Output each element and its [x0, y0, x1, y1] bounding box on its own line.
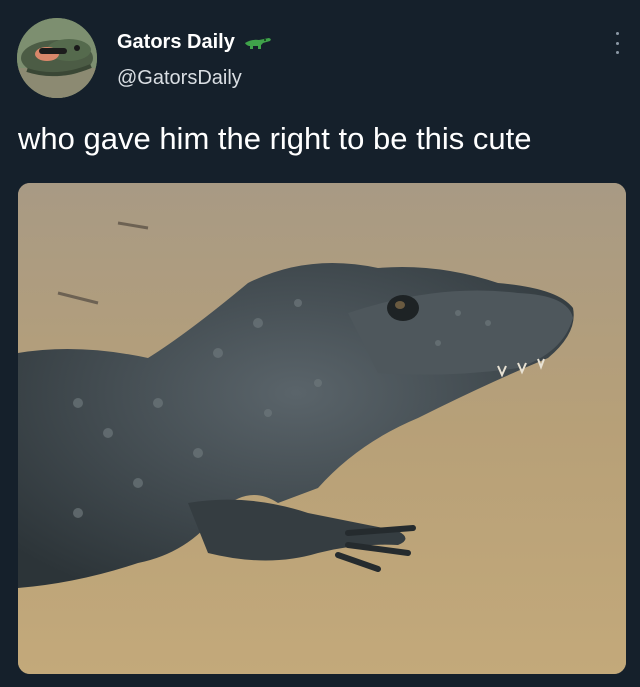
tweet-text: who gave him the right to be this cute [18, 121, 532, 156]
tweet-header: Gators Daily @GatorsDaily [117, 28, 273, 92]
crocodile-emoji-icon [243, 33, 273, 51]
tweet: Gators Daily @GatorsDaily who gave him t… [0, 0, 640, 687]
tweet-media-image[interactable] [18, 183, 626, 674]
alligator-photo [18, 183, 626, 674]
user-handle[interactable]: @GatorsDaily [117, 64, 273, 92]
more-horizontal-icon[interactable] [612, 32, 622, 54]
display-name[interactable]: Gators Daily [117, 28, 235, 56]
avatar-image [17, 18, 97, 98]
avatar[interactable] [17, 18, 97, 98]
display-name-row: Gators Daily [117, 28, 273, 56]
